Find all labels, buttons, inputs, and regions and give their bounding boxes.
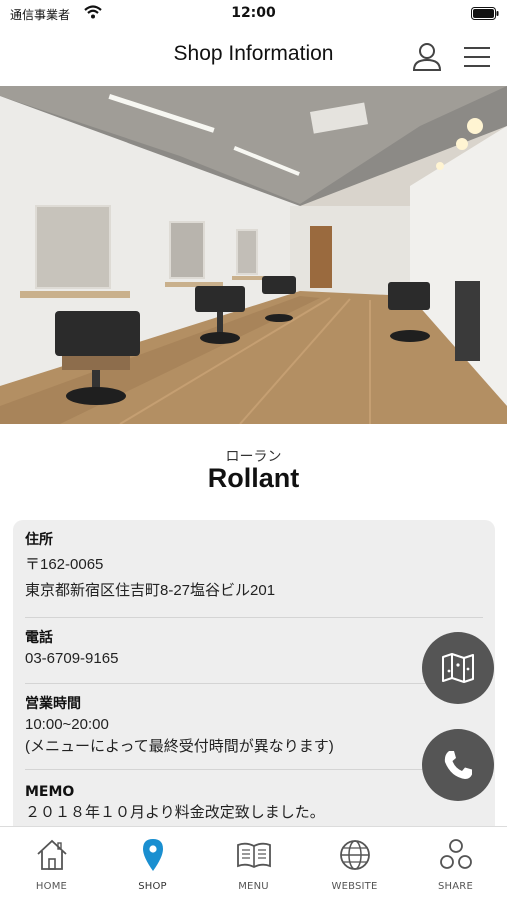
hours-section: 営業時間 10:00~20:00 (メニューによって最終受付時間が異なります) xyxy=(25,684,483,770)
hours-note: (メニューによって最終受付時間が異なります) xyxy=(25,738,334,755)
call-button[interactable] xyxy=(422,729,494,801)
globe-icon xyxy=(340,840,370,870)
user-icon xyxy=(412,43,442,71)
tab-share[interactable]: SHARE xyxy=(405,827,506,900)
share-icon xyxy=(440,839,472,869)
memo-label: MEMO xyxy=(25,784,75,800)
shop-name: Rollant xyxy=(207,463,300,493)
tab-website[interactable]: WEBSITE xyxy=(304,827,405,900)
menu-button[interactable] xyxy=(460,40,494,74)
street-address[interactable]: 東京都新宿区住吉町8-27塩谷ビル201 xyxy=(25,580,483,602)
header: Shop Information xyxy=(0,28,507,86)
hours-label: 営業時間 xyxy=(25,696,81,712)
battery-icon xyxy=(471,7,499,20)
home-icon xyxy=(37,839,67,870)
tab-home-label: HOME xyxy=(35,881,68,892)
clock: 12:00 xyxy=(231,5,276,21)
phone-label: 電話 xyxy=(25,630,53,646)
memo-value: ２０１８年１０月より料金改定致しました。 xyxy=(25,804,325,821)
book-icon xyxy=(237,842,271,869)
shop-info-card: 住所 〒162-0065 東京都新宿区住吉町8-27塩谷ビル201 電話 03-… xyxy=(13,520,495,840)
phone-number[interactable]: 03-6709-9165 xyxy=(25,648,483,670)
shop-photo xyxy=(0,86,507,424)
tab-share-label: SHARE xyxy=(438,881,473,892)
tab-shop[interactable]: SHOP xyxy=(102,827,203,900)
phone-icon xyxy=(444,751,472,779)
tab-menu[interactable]: MENU xyxy=(203,827,304,900)
map-button[interactable] xyxy=(422,632,494,704)
tab-website-label: WEBSITE xyxy=(331,881,378,892)
postal-code: 〒162-0065 xyxy=(25,556,104,573)
tab-menu-label: MENU xyxy=(238,881,269,892)
address-label: 住所 xyxy=(25,532,53,548)
hamburger-icon xyxy=(464,47,490,67)
map-pin-icon xyxy=(143,839,163,871)
tab-bar: HOME SHOP MENU WEBSITE SHARE xyxy=(0,826,507,900)
tab-shop-label: SHOP xyxy=(138,881,167,892)
map-icon xyxy=(442,653,474,683)
hours-value: 10:00~20:00 xyxy=(25,716,109,733)
tab-home[interactable]: HOME xyxy=(1,827,102,900)
user-button[interactable] xyxy=(410,40,444,74)
status-bar: 通信事業者 12:00 xyxy=(0,0,507,28)
phone-section: 電話 03-6709-9165 xyxy=(25,618,483,684)
address-section: 住所 〒162-0065 東京都新宿区住吉町8-27塩谷ビル201 xyxy=(25,530,483,618)
